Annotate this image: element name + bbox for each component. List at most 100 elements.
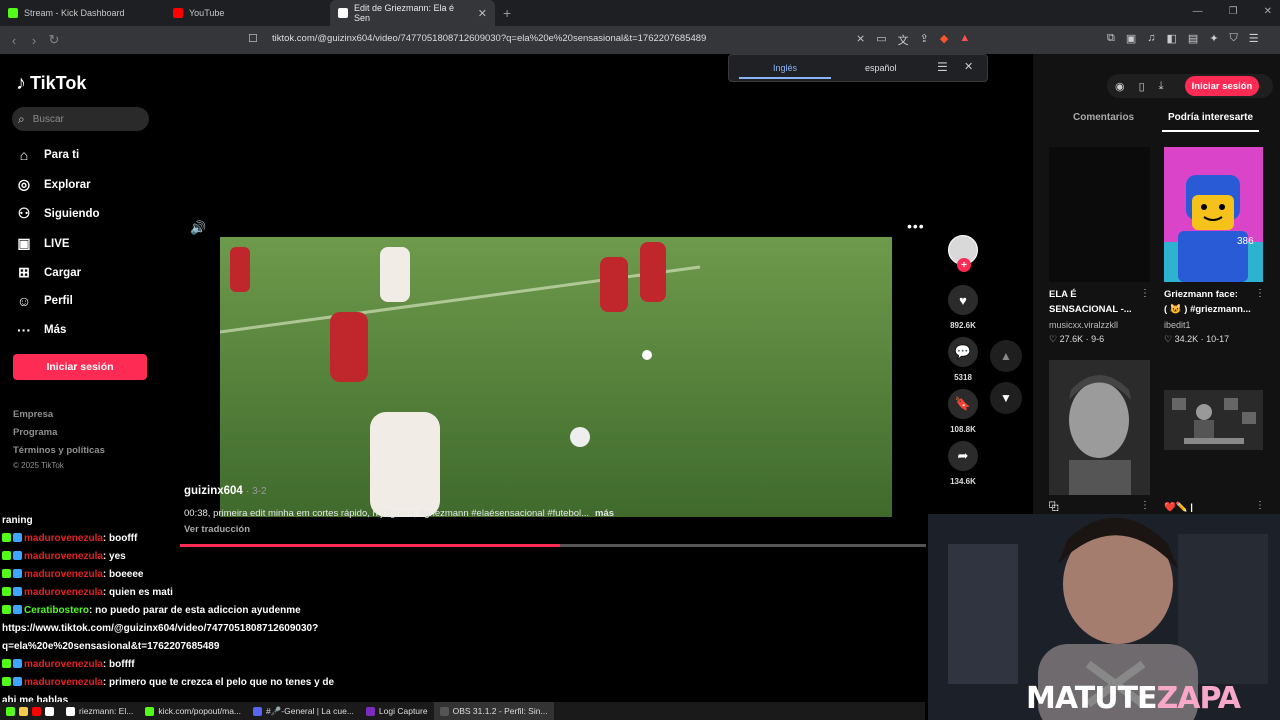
recommended-thumbnail[interactable] xyxy=(1049,360,1150,495)
close-tab-icon[interactable]: ✕ xyxy=(478,7,487,20)
chevron-down-icon[interactable]: ▼ xyxy=(990,382,1022,414)
heart-icon[interactable]: ♥ xyxy=(948,285,978,315)
download-icon[interactable]: ⤓ xyxy=(1159,80,1164,93)
recommended-title[interactable]: Griezmann face:( 😺 ) #griezmann... xyxy=(1164,287,1251,317)
extensions-icon[interactable]: ⧉ xyxy=(1107,32,1115,45)
chat-username[interactable]: madurovenezula xyxy=(24,659,103,670)
rewards-icon[interactable]: ▲ xyxy=(959,32,970,48)
minimize-icon[interactable]: — xyxy=(1193,6,1203,17)
recommended-author[interactable]: ibedit1 xyxy=(1164,320,1191,330)
nav-explorar[interactable]: ◎ Explorar xyxy=(16,176,91,193)
translate-target-lang[interactable]: español xyxy=(865,63,897,73)
tab-podria-interesarte[interactable]: Podría interesarte xyxy=(1168,112,1253,123)
forward-icon[interactable]: › xyxy=(24,33,44,48)
nav-cargar[interactable]: ⊞ Cargar xyxy=(16,264,81,281)
restore-icon[interactable]: ❐ xyxy=(1229,6,1238,17)
menu-icon[interactable]: ☰ xyxy=(1249,32,1259,45)
music-icon[interactable]: ♫ xyxy=(1147,32,1155,45)
share-arrow-icon[interactable]: ➦ xyxy=(948,441,978,471)
translate-menu-icon[interactable]: ☰ xyxy=(937,60,948,74)
app-icon[interactable] xyxy=(19,706,28,716)
close-icon[interactable]: ✕ xyxy=(964,60,973,73)
vpn-icon[interactable]: ⛉ xyxy=(1230,32,1238,45)
nav-para-ti[interactable]: ⌂ Para ti xyxy=(16,147,79,163)
sidebar-icon[interactable]: ◧ xyxy=(1167,32,1177,45)
comment-action[interactable]: 💬 5318 xyxy=(947,337,979,382)
brave-shield-icon[interactable]: ◆ xyxy=(940,32,948,48)
signin-button[interactable]: Iniciar sesión xyxy=(13,354,147,380)
screenshot-icon[interactable]: ▣ xyxy=(1126,32,1136,45)
footer-link-empresa[interactable]: Empresa xyxy=(13,409,53,420)
nav-mas[interactable]: ··· Más xyxy=(16,322,66,338)
recommended-thumbnail[interactable] xyxy=(1049,147,1150,282)
chat-username[interactable]: madurovenezula xyxy=(24,533,103,544)
browser-tab[interactable]: YouTube xyxy=(165,0,330,26)
chat-username[interactable]: Ceratibostero xyxy=(24,605,89,616)
video-options-icon[interactable]: ⋮ xyxy=(1140,500,1150,511)
close-window-icon[interactable]: ✕ xyxy=(1264,6,1272,17)
recommended-author[interactable]: musicxx.viralzzkll xyxy=(1049,320,1118,330)
chevron-up-icon[interactable]: ▲ xyxy=(990,340,1022,372)
recommended-title[interactable]: ELA É SENSACIONAL -... xyxy=(1049,287,1132,317)
new-tab-icon[interactable]: + xyxy=(503,5,511,21)
video-options-icon[interactable]: ⋮ xyxy=(1140,288,1150,299)
mute-icon[interactable]: ⨯ xyxy=(856,32,865,48)
share-icon[interactable]: ⇪ xyxy=(920,32,929,48)
wallet-icon[interactable]: ▤ xyxy=(1188,32,1198,45)
video-author[interactable]: guizinx604 · 3-2 xyxy=(184,485,267,497)
device-icon[interactable]: ▯ xyxy=(1139,80,1145,93)
volume-icon[interactable]: 🔊 xyxy=(190,220,206,236)
recommended-thumbnail[interactable] xyxy=(1164,360,1263,495)
bookmark-icon[interactable]: ☐ xyxy=(248,32,258,45)
translate-source-lang[interactable]: Inglés xyxy=(773,63,797,73)
video-options-icon[interactable]: ⋮ xyxy=(1255,288,1265,299)
kick-badge-icon xyxy=(2,605,11,614)
footer-link-terminos[interactable]: Términos y políticas xyxy=(13,445,105,456)
app-icon[interactable] xyxy=(45,706,54,716)
chat-username[interactable]: madurovenezula xyxy=(24,677,103,688)
taskbar-item[interactable]: riezmann: El... xyxy=(60,702,139,720)
author-avatar[interactable]: + xyxy=(948,235,978,272)
nav-perfil[interactable]: ☺ Perfil xyxy=(16,293,73,309)
follow-plus-icon[interactable]: + xyxy=(957,258,971,272)
ai-icon[interactable]: ✦ xyxy=(1209,32,1218,45)
author-name[interactable]: guizinx604 xyxy=(184,485,243,497)
taskbar-item[interactable]: OBS 31.1.2 - Perfil: Sin... xyxy=(433,702,554,720)
chat-username[interactable]: madurovenezula xyxy=(24,569,103,580)
search-input[interactable]: ⌕ Buscar xyxy=(12,107,149,131)
tiktok-logo[interactable]: ♪ TikTok xyxy=(16,72,86,95)
cast-icon[interactable]: ▭ xyxy=(876,32,886,48)
taskbar-item[interactable]: #🎤-General | La cue... xyxy=(247,702,360,720)
browser-tab[interactable]: Stream - Kick Dashboard xyxy=(0,0,165,26)
signin-top-button[interactable]: Iniciar sesión xyxy=(1185,76,1259,96)
chat-username[interactable]: madurovenezula xyxy=(24,551,103,562)
translate-icon[interactable]: 文 xyxy=(898,32,909,48)
app-icon[interactable] xyxy=(6,706,15,716)
video-more-icon[interactable]: ••• xyxy=(907,218,925,234)
recommended-title[interactable]: ❤️✏️ | xyxy=(1164,500,1193,515)
video-options-icon[interactable]: ⋮ xyxy=(1255,500,1265,511)
taskbar-item[interactable]: Logi Capture xyxy=(360,702,434,720)
share-action[interactable]: ➦ 134.6K xyxy=(947,441,979,486)
coin-icon[interactable]: ◉ xyxy=(1115,80,1125,93)
recommended-thumbnail[interactable]: 386 xyxy=(1164,147,1263,282)
video-player[interactable] xyxy=(220,237,892,517)
reload-icon[interactable]: ↻ xyxy=(44,32,64,48)
footer-link-programa[interactable]: Programa xyxy=(13,427,57,438)
chat-username[interactable]: madurovenezula xyxy=(24,587,103,598)
translate-popup: Inglés español ☰ ✕ xyxy=(728,54,988,82)
tab-comentarios[interactable]: Comentarios xyxy=(1073,112,1134,123)
browser-tab-active[interactable]: Edit de Griezmann: Ela é Sen ✕ xyxy=(330,0,495,26)
upload-icon: ⊞ xyxy=(18,264,30,280)
like-action[interactable]: ♥ 892.6K xyxy=(947,285,979,330)
back-icon[interactable]: ‹ xyxy=(4,33,24,48)
bookmark-icon[interactable]: 🔖 xyxy=(948,389,978,419)
url-field[interactable]: tiktok.com/@guizinx604/video/74770518087… xyxy=(272,33,706,44)
comment-icon[interactable]: 💬 xyxy=(948,337,978,367)
nav-siguiendo[interactable]: ⚇ Siguiendo xyxy=(16,205,100,222)
nav-live[interactable]: ▣ LIVE xyxy=(16,235,69,252)
app-icon[interactable] xyxy=(32,706,41,716)
taskbar-item[interactable]: kick.com/popout/ma... xyxy=(139,702,247,720)
save-action[interactable]: 🔖 108.8K xyxy=(947,389,979,434)
recommended-title[interactable]: ⿻ xyxy=(1049,500,1059,515)
